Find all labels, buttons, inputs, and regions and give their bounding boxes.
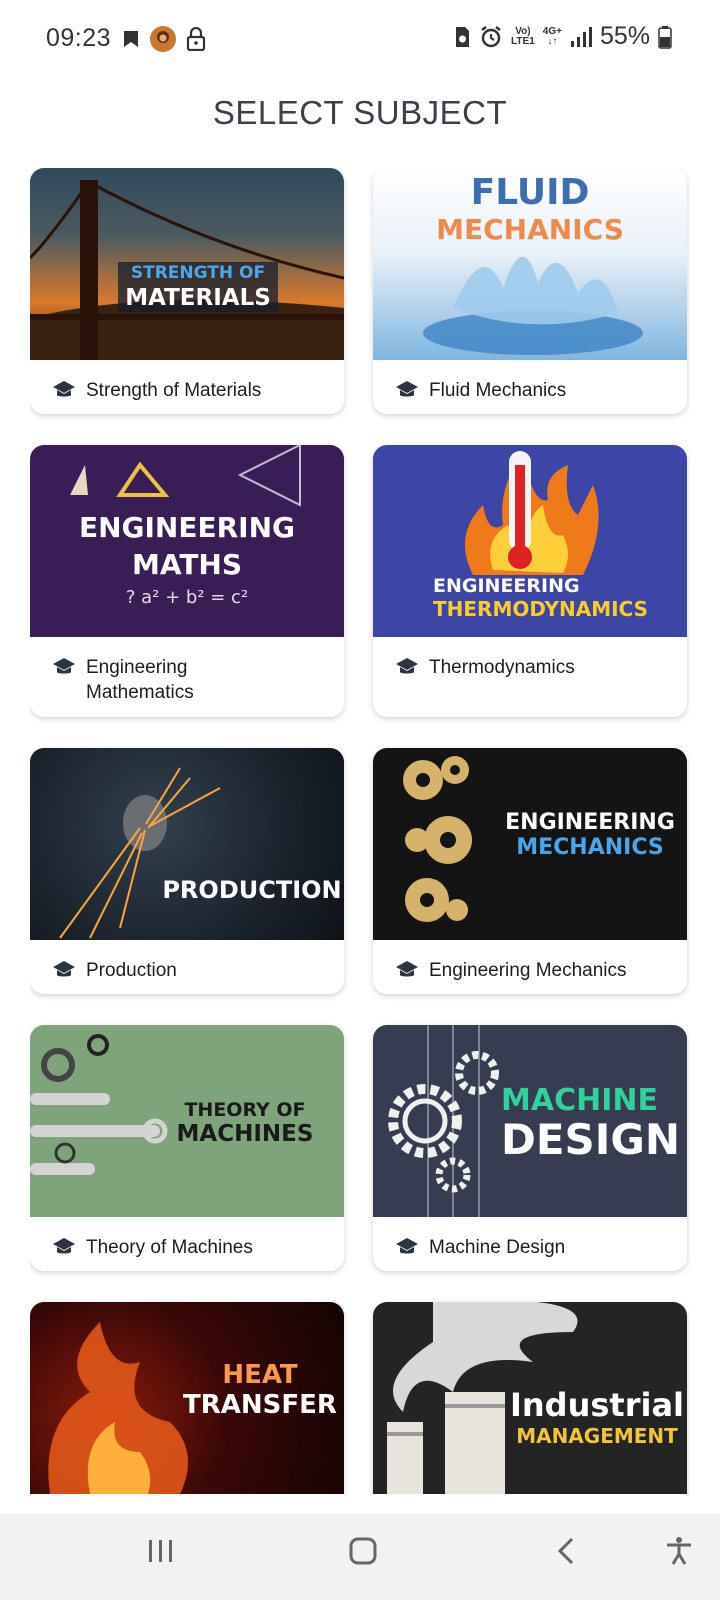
battery-percent: 55% [599, 22, 650, 50]
art-text-industrial: Industrial [509, 1386, 685, 1424]
art-text-machines: MACHINES [176, 1121, 314, 1147]
subject-card-industrial-management[interactable]: Industrial MANAGEMENT [373, 1302, 687, 1496]
subject-label: Production [86, 960, 177, 981]
volte-indicator: Vo) LTE1 [511, 25, 535, 47]
signal-icon [570, 26, 592, 47]
subject-label: Thermodynamics [429, 657, 575, 678]
accessibility-icon[interactable] [664, 1536, 694, 1566]
subject-label: Machine Design [429, 1237, 566, 1258]
network-type-indicator: 4G+ ↓↑ [542, 25, 562, 47]
art-text-maths: MATHS [131, 548, 243, 581]
subject-image-production: PRODUCTION [30, 748, 344, 940]
subject-card-heat-transfer[interactable]: HEAT TRANSFER [30, 1302, 344, 1496]
system-nav-bar [0, 1514, 720, 1600]
subject-card-engineering-mechanics[interactable]: ENGINEERING MECHANICS Engineering Mechan… [373, 748, 687, 994]
subject-card-machine-design[interactable]: MACHINE DESIGN Machine Design [373, 1025, 687, 1271]
subject-label: Fluid Mechanics [429, 380, 567, 401]
art-text-mechanics: MECHANICS [516, 835, 664, 860]
art-text-formula: ? a² + b² = c² [125, 587, 249, 608]
status-left-icons [122, 26, 206, 52]
battery-icon [658, 25, 672, 49]
home-icon[interactable] [348, 1536, 378, 1566]
subject-card-theory-of-machines[interactable]: THEORY OF MACHINES Theory of Machines [30, 1025, 344, 1271]
subject-card-engineering-mathematics[interactable]: ENGINEERING MATHS ? a² + b² = c² Enginee… [30, 445, 344, 717]
lock-icon [186, 27, 206, 51]
art-text-engineering: ENGINEERING [78, 511, 296, 544]
graduation-cap-icon [53, 381, 75, 397]
subject-card-thermodynamics[interactable]: ENGINEERING THERMODYNAMICS Thermodynamic… [373, 445, 687, 717]
art-text-materials: MATERIALS [118, 284, 278, 312]
notification-icon [124, 31, 138, 47]
graduation-cap-icon [396, 381, 418, 397]
subject-label: Strength of Materials [86, 380, 262, 401]
art-text-fluid: FLUID [470, 172, 590, 213]
subject-label: Theory of Machines [86, 1237, 253, 1258]
art-text-engineering: ENGINEERING [505, 810, 675, 835]
graduation-cap-icon [396, 1238, 418, 1254]
avatar-icon [150, 26, 176, 52]
subject-image-strength-of-materials: STRENGTH OF MATERIALS [30, 168, 344, 360]
subject-image-engineering-mechanics: ENGINEERING MECHANICS [373, 748, 687, 940]
subject-image-machine-design: MACHINE DESIGN [373, 1025, 687, 1217]
art-text-theory-of: THEORY OF [184, 1099, 306, 1121]
subject-image-theory-of-machines: THEORY OF MACHINES [30, 1025, 344, 1217]
graduation-cap-icon [53, 961, 75, 977]
subject-label: Engineering Mathematics [86, 657, 194, 703]
art-text-mechanics: MECHANICS [436, 213, 624, 246]
subject-image-fluid-mechanics: FLUID MECHANICS [373, 168, 687, 360]
subject-image-thermodynamics: ENGINEERING THERMODYNAMICS [373, 445, 687, 637]
art-text-management: MANAGEMENT [516, 1424, 678, 1448]
graduation-cap-icon [53, 658, 75, 674]
subject-image-heat-transfer: HEAT TRANSFER [30, 1302, 344, 1494]
status-time: 09:23 [46, 24, 112, 52]
sim-alert-icon [456, 26, 470, 47]
graduation-cap-icon [396, 961, 418, 977]
subject-grid: STRENGTH OF MATERIALS Strength of Materi… [30, 168, 690, 1496]
graduation-cap-icon [53, 1238, 75, 1254]
subject-image-industrial-management: Industrial MANAGEMENT [373, 1302, 687, 1494]
subject-card-fluid-mechanics[interactable]: FLUID MECHANICS Fluid Mechanics [373, 168, 687, 414]
subject-image-engineering-mathematics: ENGINEERING MATHS ? a² + b² = c² [30, 445, 344, 637]
art-text-machine: MACHINE [501, 1083, 658, 1118]
page-title: SELECT SUBJECT [212, 94, 508, 131]
back-icon[interactable] [552, 1536, 582, 1566]
art-text-design: DESIGN [501, 1115, 681, 1164]
graduation-cap-icon [396, 658, 418, 674]
art-text-heat: HEAT [222, 1360, 298, 1390]
status-right-icons: Vo) LTE1 4G+ ↓↑ 55% [453, 22, 672, 51]
subject-card-strength-of-materials[interactable]: STRENGTH OF MATERIALS Strength of Materi… [30, 168, 344, 414]
subject-card-production[interactable]: PRODUCTION Production [30, 748, 344, 994]
art-text-production: PRODUCTION [162, 876, 342, 904]
art-text-transfer: TRANSFER [183, 1390, 337, 1420]
recents-icon[interactable] [146, 1536, 176, 1566]
status-bar: 09:23 Vo) LTE1 4G+ ↓↑ 55% [0, 0, 720, 80]
art-text-thermodynamics: THERMODYNAMICS [433, 597, 648, 621]
art-text-strength-of: STRENGTH OF [118, 262, 278, 284]
art-text-engineering: ENGINEERING [433, 575, 580, 597]
subject-label: Engineering Mechanics [429, 960, 627, 981]
alarm-icon [481, 25, 501, 47]
